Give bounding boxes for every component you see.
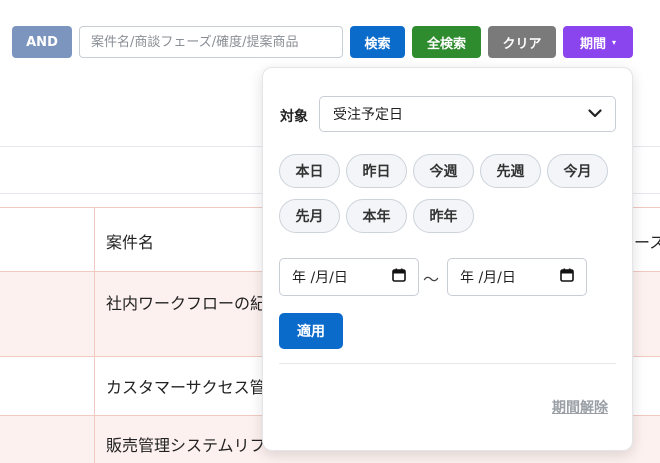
preset-last-year-button[interactable]: 昨年 bbox=[413, 199, 474, 233]
table-row-name[interactable]: カスタマーサクセス管 bbox=[106, 374, 266, 398]
period-button[interactable]: 期間 ▾ bbox=[563, 26, 633, 58]
table-column-divider bbox=[94, 207, 95, 463]
all-search-button[interactable]: 全検索 bbox=[412, 26, 481, 58]
calendar-icon[interactable] bbox=[560, 268, 574, 286]
target-select[interactable]: 受注予定日 bbox=[319, 96, 616, 132]
popover-divider bbox=[279, 363, 616, 364]
search-input[interactable] bbox=[79, 26, 343, 58]
date-to-input[interactable]: 年 /月/日 bbox=[447, 258, 587, 296]
period-button-label: 期間 bbox=[579, 36, 606, 52]
clear-period-link[interactable]: 期間解除 bbox=[552, 397, 608, 417]
caret-down-icon: ▾ bbox=[612, 37, 617, 47]
preset-yesterday-button[interactable]: 昨日 bbox=[346, 154, 407, 188]
table-row-name[interactable]: 販売管理システムリフ bbox=[106, 432, 266, 456]
date-from-placeholder: 年 /月/日 bbox=[292, 270, 348, 286]
search-button[interactable]: 検索 bbox=[350, 26, 405, 58]
date-from-input[interactable]: 年 /月/日 bbox=[279, 258, 419, 296]
chevron-down-icon bbox=[588, 106, 602, 122]
range-separator: 〜 bbox=[423, 270, 440, 289]
table-header-phase[interactable]: ース bbox=[634, 229, 660, 253]
preset-last-month-button[interactable]: 先月 bbox=[279, 199, 340, 233]
preset-last-week-button[interactable]: 先週 bbox=[480, 154, 541, 188]
preset-today-button[interactable]: 本日 bbox=[279, 154, 340, 188]
target-label: 対象 bbox=[280, 109, 308, 125]
preset-this-week-button[interactable]: 今週 bbox=[413, 154, 474, 188]
table-row-name[interactable]: 社内ワークフローの紀 bbox=[106, 290, 266, 314]
period-popover: 対象 受注予定日 本日 昨日 今週 先週 今月 先月 本年 昨年 年 /月/日 … bbox=[262, 67, 633, 451]
preset-this-year-button[interactable]: 本年 bbox=[346, 199, 407, 233]
table-header-name[interactable]: 案件名 bbox=[106, 229, 154, 253]
and-toggle-button[interactable]: AND bbox=[12, 26, 72, 58]
target-select-value: 受注予定日 bbox=[333, 107, 403, 123]
apply-button[interactable]: 適用 bbox=[279, 313, 343, 349]
preset-this-month-button[interactable]: 今月 bbox=[547, 154, 608, 188]
date-to-placeholder: 年 /月/日 bbox=[460, 270, 516, 286]
calendar-icon[interactable] bbox=[392, 268, 406, 286]
clear-button[interactable]: クリア bbox=[488, 26, 556, 58]
